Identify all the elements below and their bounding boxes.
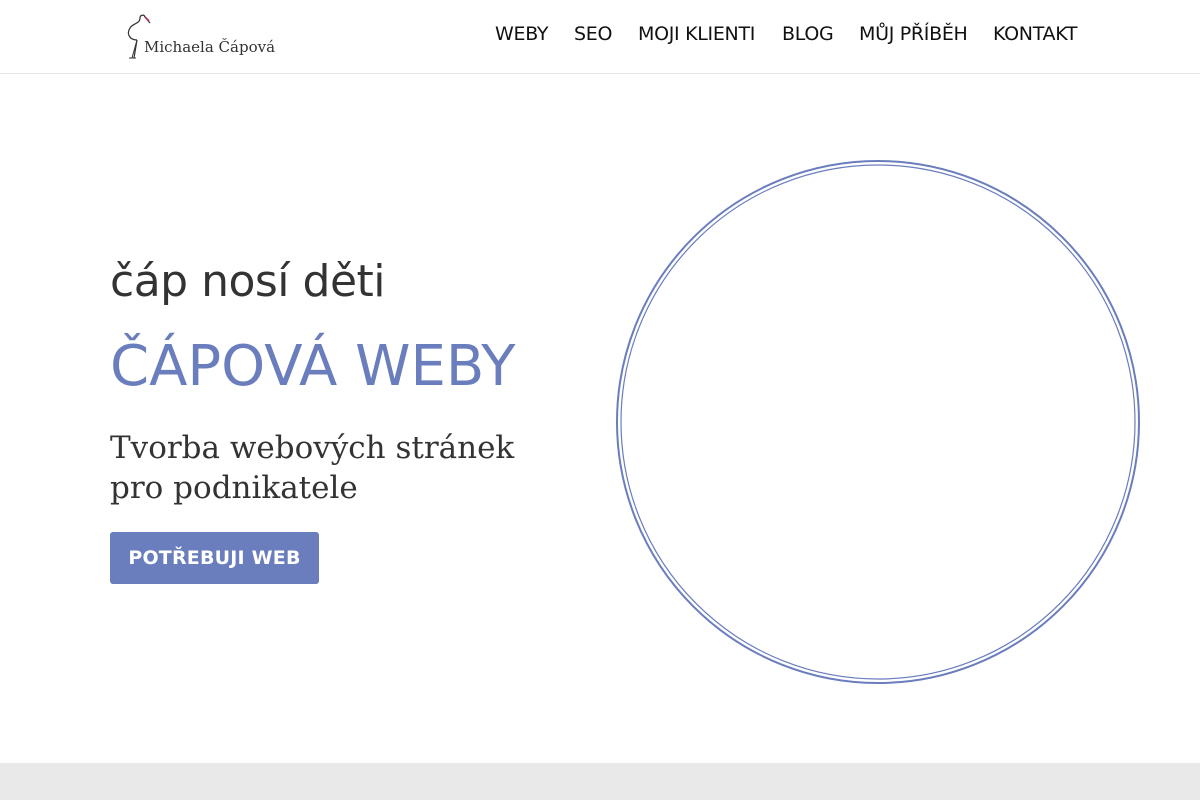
nav-item-weby[interactable]: WEBY <box>495 23 549 45</box>
hero-title: ČÁPOVÁ WEBY <box>110 334 516 399</box>
site-logo[interactable]: Michaela Čápová <box>124 12 284 62</box>
site-header: Michaela Čápová WEBY SEO MOJI KLIENTI BL… <box>0 0 1200 74</box>
logo-text: Michaela Čápová <box>144 38 276 56</box>
nav-item-kontakt[interactable]: KONTAKT <box>993 23 1078 45</box>
nav-item-blog[interactable]: BLOG <box>782 23 834 45</box>
nav-item-seo[interactable]: SEO <box>574 23 612 45</box>
footer-strip <box>0 763 1200 800</box>
hero-subtitle: Tvorba webových stránek pro podnikatele <box>110 430 515 506</box>
potrebuji-web-button[interactable]: POTŘEBUJI WEB <box>110 532 319 584</box>
nav-item-muj-pribeh[interactable]: MŮJ PŘÍBĚH <box>859 23 968 45</box>
hero-circle-frame <box>614 158 1144 688</box>
nav-item-moji-klienti[interactable]: MOJI KLIENTI <box>638 23 755 45</box>
hero-tagline: čáp nosí děti <box>110 256 386 307</box>
